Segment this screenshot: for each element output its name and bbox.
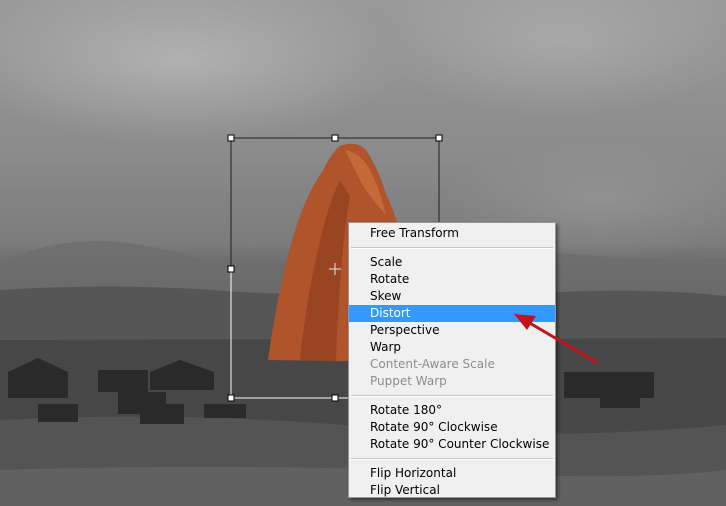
annotation-arrow-icon [514, 314, 598, 364]
